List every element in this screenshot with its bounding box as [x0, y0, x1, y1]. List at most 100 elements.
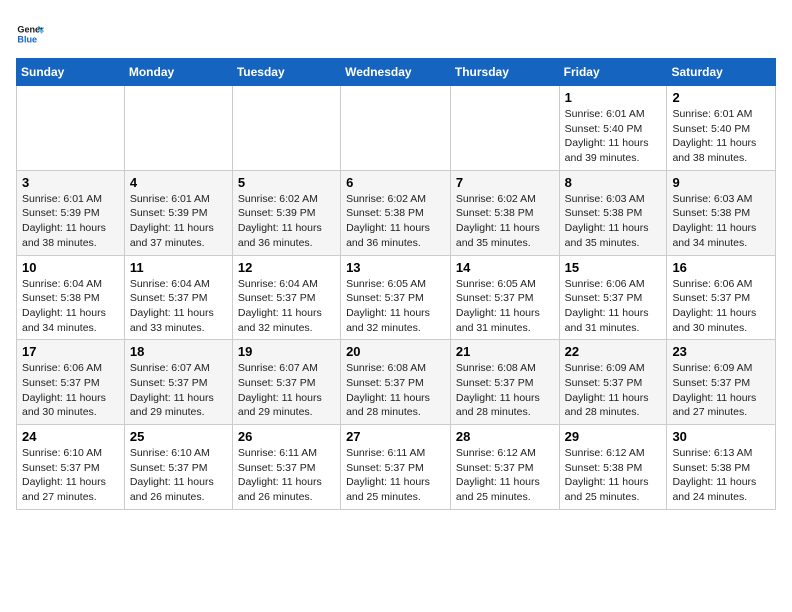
day-number: 19 [238, 344, 335, 359]
day-number: 6 [346, 175, 445, 190]
day-info: Sunrise: 6:12 AM Sunset: 5:38 PM Dayligh… [565, 446, 662, 505]
day-info: Sunrise: 6:03 AM Sunset: 5:38 PM Dayligh… [565, 192, 662, 251]
day-number: 12 [238, 260, 335, 275]
page-header: General Blue [16, 16, 776, 48]
calendar-cell [232, 86, 340, 171]
day-info: Sunrise: 6:01 AM Sunset: 5:39 PM Dayligh… [22, 192, 119, 251]
day-info: Sunrise: 6:01 AM Sunset: 5:40 PM Dayligh… [672, 107, 770, 166]
day-number: 16 [672, 260, 770, 275]
day-number: 1 [565, 90, 662, 105]
calendar-cell: 8 Sunrise: 6:03 AM Sunset: 5:38 PM Daylig… [559, 170, 667, 255]
weekday-header-saturday: Saturday [667, 59, 776, 86]
weekday-header-row: SundayMondayTuesdayWednesdayThursdayFrid… [17, 59, 776, 86]
calendar-cell: 12 Sunrise: 6:04 AM Sunset: 5:37 PM Dayli… [232, 255, 340, 340]
day-info: Sunrise: 6:04 AM Sunset: 5:37 PM Dayligh… [238, 277, 335, 336]
day-number: 30 [672, 429, 770, 444]
weekday-header-thursday: Thursday [450, 59, 559, 86]
day-number: 8 [565, 175, 662, 190]
calendar-cell: 4Sunrise: 6:01 AM Sunset: 5:39 PM Daylig… [124, 170, 232, 255]
logo-icon: General Blue [16, 20, 44, 48]
calendar-cell: 22 Sunrise: 6:09 AM Sunset: 5:37 PM Dayli… [559, 340, 667, 425]
day-number: 2 [672, 90, 770, 105]
day-info: Sunrise: 6:06 AM Sunset: 5:37 PM Dayligh… [565, 277, 662, 336]
day-info: Sunrise: 6:12 AM Sunset: 5:37 PM Dayligh… [456, 446, 554, 505]
day-info: Sunrise: 6:02 AM Sunset: 5:38 PM Dayligh… [346, 192, 445, 251]
day-number: 20 [346, 344, 445, 359]
day-info: Sunrise: 6:05 AM Sunset: 5:37 PM Dayligh… [346, 277, 445, 336]
day-info: Sunrise: 6:10 AM Sunset: 5:37 PM Dayligh… [22, 446, 119, 505]
day-info: Sunrise: 6:04 AM Sunset: 5:37 PM Dayligh… [130, 277, 227, 336]
day-info: Sunrise: 6:01 AM Sunset: 5:40 PM Dayligh… [565, 107, 662, 166]
day-number: 11 [130, 260, 227, 275]
day-number: 28 [456, 429, 554, 444]
calendar-cell: 1 Sunrise: 6:01 AM Sunset: 5:40 PM Daylig… [559, 86, 667, 171]
weekday-header-wednesday: Wednesday [341, 59, 451, 86]
day-number: 27 [346, 429, 445, 444]
day-number: 18 [130, 344, 227, 359]
day-number: 5 [238, 175, 335, 190]
day-info: Sunrise: 6:06 AM Sunset: 5:37 PM Dayligh… [22, 361, 119, 420]
day-info: Sunrise: 6:04 AM Sunset: 5:38 PM Dayligh… [22, 277, 119, 336]
calendar-cell: 29 Sunrise: 6:12 AM Sunset: 5:38 PM Dayli… [559, 425, 667, 510]
calendar-cell: 14 Sunrise: 6:05 AM Sunset: 5:37 PM Dayli… [450, 255, 559, 340]
day-number: 7 [456, 175, 554, 190]
day-number: 21 [456, 344, 554, 359]
calendar-cell: 21 Sunrise: 6:08 AM Sunset: 5:37 PM Dayli… [450, 340, 559, 425]
calendar-cell: 18 Sunrise: 6:07 AM Sunset: 5:37 PM Dayli… [124, 340, 232, 425]
day-info: Sunrise: 6:13 AM Sunset: 5:38 PM Dayligh… [672, 446, 770, 505]
day-info: Sunrise: 6:08 AM Sunset: 5:37 PM Dayligh… [456, 361, 554, 420]
day-info: Sunrise: 6:11 AM Sunset: 5:37 PM Dayligh… [238, 446, 335, 505]
calendar-cell: 16 Sunrise: 6:06 AM Sunset: 5:37 PM Dayli… [667, 255, 776, 340]
calendar-cell: 11 Sunrise: 6:04 AM Sunset: 5:37 PM Dayli… [124, 255, 232, 340]
svg-text:Blue: Blue [17, 34, 37, 44]
day-info: Sunrise: 6:07 AM Sunset: 5:37 PM Dayligh… [130, 361, 227, 420]
calendar-week-4: 17 Sunrise: 6:06 AM Sunset: 5:37 PM Dayli… [17, 340, 776, 425]
day-number: 26 [238, 429, 335, 444]
calendar-body: 1 Sunrise: 6:01 AM Sunset: 5:40 PM Daylig… [17, 86, 776, 510]
day-number: 25 [130, 429, 227, 444]
day-info: Sunrise: 6:09 AM Sunset: 5:37 PM Dayligh… [565, 361, 662, 420]
calendar-cell: 20 Sunrise: 6:08 AM Sunset: 5:37 PM Dayli… [341, 340, 451, 425]
calendar-cell: 2 Sunrise: 6:01 AM Sunset: 5:40 PM Daylig… [667, 86, 776, 171]
calendar-table: SundayMondayTuesdayWednesdayThursdayFrid… [16, 58, 776, 510]
calendar-cell [450, 86, 559, 171]
calendar-cell: 9 Sunrise: 6:03 AM Sunset: 5:38 PM Daylig… [667, 170, 776, 255]
day-info: Sunrise: 6:03 AM Sunset: 5:38 PM Dayligh… [672, 192, 770, 251]
day-info: Sunrise: 6:02 AM Sunset: 5:38 PM Dayligh… [456, 192, 554, 251]
calendar-week-1: 1 Sunrise: 6:01 AM Sunset: 5:40 PM Daylig… [17, 86, 776, 171]
calendar-cell: 27Sunrise: 6:11 AM Sunset: 5:37 PM Dayli… [341, 425, 451, 510]
calendar-cell: 19 Sunrise: 6:07 AM Sunset: 5:37 PM Dayli… [232, 340, 340, 425]
day-number: 17 [22, 344, 119, 359]
calendar-cell: 23Sunrise: 6:09 AM Sunset: 5:37 PM Dayli… [667, 340, 776, 425]
calendar-cell: 30 Sunrise: 6:13 AM Sunset: 5:38 PM Dayli… [667, 425, 776, 510]
day-number: 4 [130, 175, 227, 190]
logo: General Blue [16, 20, 48, 48]
calendar-cell: 15Sunrise: 6:06 AM Sunset: 5:37 PM Dayli… [559, 255, 667, 340]
calendar-cell: 17 Sunrise: 6:06 AM Sunset: 5:37 PM Dayli… [17, 340, 125, 425]
day-info: Sunrise: 6:10 AM Sunset: 5:37 PM Dayligh… [130, 446, 227, 505]
calendar-cell [124, 86, 232, 171]
calendar-cell: 28 Sunrise: 6:12 AM Sunset: 5:37 PM Dayli… [450, 425, 559, 510]
day-number: 22 [565, 344, 662, 359]
day-number: 3 [22, 175, 119, 190]
calendar-cell: 3 Sunrise: 6:01 AM Sunset: 5:39 PM Daylig… [17, 170, 125, 255]
day-info: Sunrise: 6:05 AM Sunset: 5:37 PM Dayligh… [456, 277, 554, 336]
day-number: 29 [565, 429, 662, 444]
day-number: 14 [456, 260, 554, 275]
calendar-week-5: 24Sunrise: 6:10 AM Sunset: 5:37 PM Dayli… [17, 425, 776, 510]
weekday-header-monday: Monday [124, 59, 232, 86]
day-info: Sunrise: 6:07 AM Sunset: 5:37 PM Dayligh… [238, 361, 335, 420]
weekday-header-friday: Friday [559, 59, 667, 86]
day-info: Sunrise: 6:06 AM Sunset: 5:37 PM Dayligh… [672, 277, 770, 336]
day-number: 23 [672, 344, 770, 359]
day-number: 10 [22, 260, 119, 275]
calendar-cell [341, 86, 451, 171]
calendar-cell: 6 Sunrise: 6:02 AM Sunset: 5:38 PM Daylig… [341, 170, 451, 255]
calendar-cell: 26 Sunrise: 6:11 AM Sunset: 5:37 PM Dayli… [232, 425, 340, 510]
day-info: Sunrise: 6:02 AM Sunset: 5:39 PM Dayligh… [238, 192, 335, 251]
day-number: 9 [672, 175, 770, 190]
calendar-cell: 10 Sunrise: 6:04 AM Sunset: 5:38 PM Dayli… [17, 255, 125, 340]
calendar-week-3: 10 Sunrise: 6:04 AM Sunset: 5:38 PM Dayli… [17, 255, 776, 340]
day-info: Sunrise: 6:08 AM Sunset: 5:37 PM Dayligh… [346, 361, 445, 420]
calendar-cell: 13Sunrise: 6:05 AM Sunset: 5:37 PM Dayli… [341, 255, 451, 340]
